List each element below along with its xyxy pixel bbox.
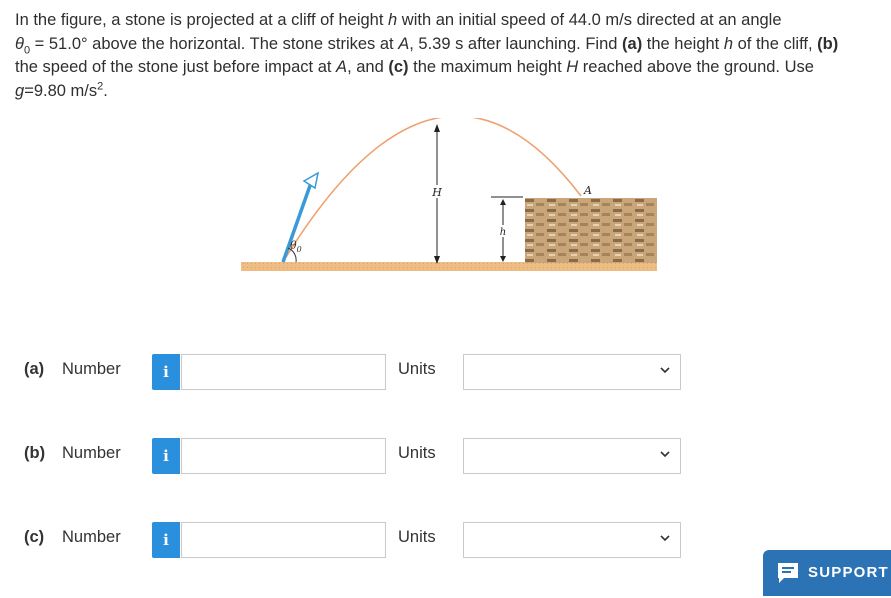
projectile-figure: θ0 H h A — [241, 118, 657, 271]
cliff — [525, 198, 657, 263]
question-text: In the figure, a stone is projected at a… — [15, 11, 839, 100]
units-label: Units — [398, 528, 436, 546]
A-label: A — [583, 184, 592, 197]
support-button[interactable]: SUPPORT — [763, 550, 891, 596]
theta-label: θ0 — [290, 239, 302, 254]
support-label: SUPPORT — [808, 564, 889, 581]
answer-row-b: (b) Number i Units — [0, 435, 891, 475]
part-label: (b) — [24, 444, 46, 462]
chat-icon — [778, 563, 798, 583]
units-label: Units — [398, 360, 436, 378]
units-label: Units — [398, 444, 436, 462]
part-label: (c) — [24, 528, 45, 546]
info-button[interactable]: i — [152, 354, 180, 390]
number-label: Number — [62, 444, 121, 462]
H-label: H — [431, 186, 442, 199]
answer-row-a: (a) Number i Units — [0, 351, 891, 391]
ground — [241, 262, 657, 271]
units-select-a[interactable] — [463, 354, 681, 390]
page: In the figure, a stone is projected at a… — [0, 0, 891, 598]
number-input-a[interactable] — [181, 354, 386, 390]
chevron-down-icon — [660, 451, 670, 458]
number-label: Number — [62, 528, 121, 546]
answer-row-c: (c) Number i Units — [0, 519, 891, 559]
info-button[interactable]: i — [152, 438, 180, 474]
chevron-down-icon — [660, 367, 670, 374]
part-label: (a) — [24, 360, 45, 378]
number-input-c[interactable] — [181, 522, 386, 558]
number-label: Number — [62, 360, 121, 378]
units-select-b[interactable] — [463, 438, 681, 474]
chevron-down-icon — [660, 535, 670, 542]
h-label: h — [500, 227, 506, 238]
units-select-c[interactable] — [463, 522, 681, 558]
number-input-b[interactable] — [181, 438, 386, 474]
info-button[interactable]: i — [152, 522, 180, 558]
